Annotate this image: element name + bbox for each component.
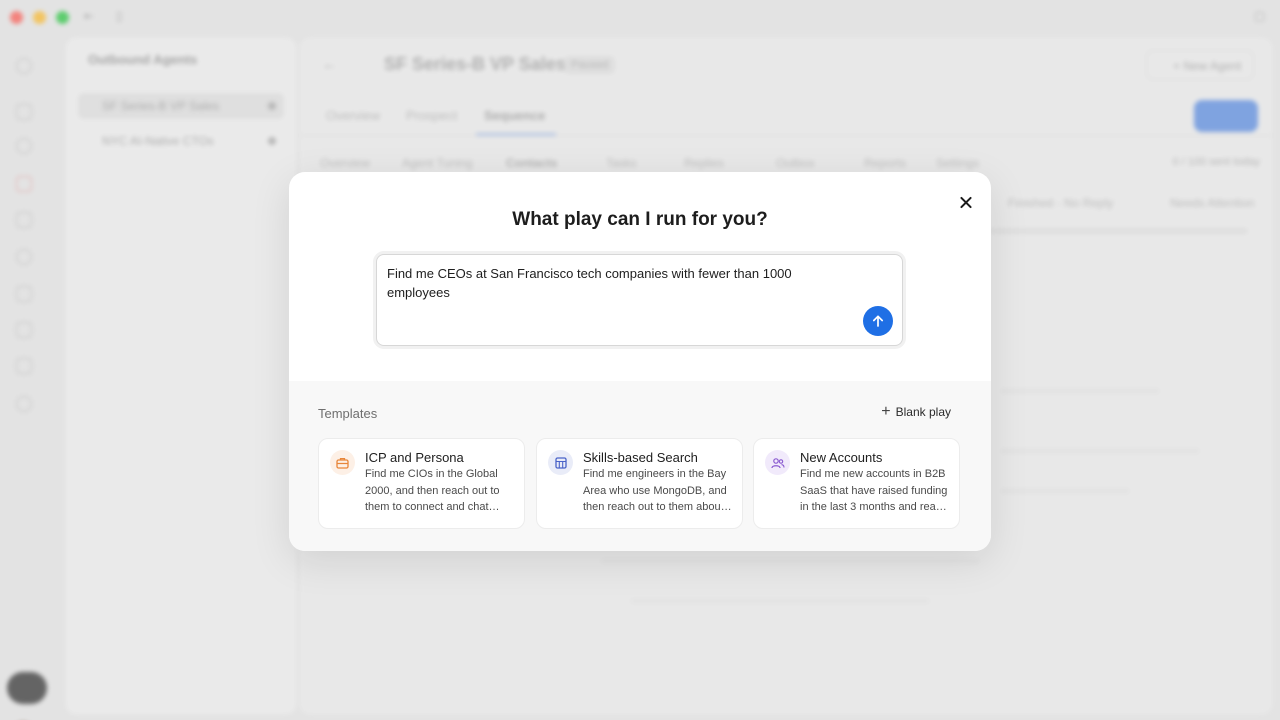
template-description: Find me CIOs in the Global 2000, and the…: [365, 468, 500, 513]
play-dialog: What play can I run for you? Find me CEO…: [289, 172, 991, 551]
arrow-up-icon: [872, 315, 884, 327]
prompt-input[interactable]: Find me CEOs at San Francisco tech compa…: [376, 254, 903, 346]
templates-section: Templates + Blank play ICP and Persona F…: [289, 381, 991, 551]
template-description: Find me new accounts in B2B SaaS that ha…: [800, 468, 948, 513]
template-card-skills-search[interactable]: Skills-based Search Find me engineers in…: [536, 438, 743, 529]
template-card-icp-persona[interactable]: ICP and Persona Find me CIOs in the Glob…: [318, 438, 525, 529]
briefcase-icon: [330, 450, 355, 475]
blank-play-label: Blank play: [895, 405, 951, 419]
template-title: ICP and Persona: [365, 450, 464, 465]
plus-icon: +: [881, 403, 891, 420]
dialog-title: What play can I run for you?: [512, 209, 768, 230]
template-title: Skills-based Search: [583, 450, 698, 465]
table-icon: [548, 450, 573, 475]
template-card-new-accounts[interactable]: New Accounts Find me new accounts in B2B…: [753, 438, 960, 529]
blank-play-button[interactable]: + Blank play: [881, 403, 951, 420]
templates-heading: Templates: [318, 406, 378, 421]
send-button[interactable]: [863, 306, 893, 336]
prompt-input-value[interactable]: Find me CEOs at San Francisco tech compa…: [387, 264, 837, 302]
template-title: New Accounts: [800, 450, 883, 465]
template-description: Find me engineers in the Bay Area who us…: [583, 468, 727, 513]
users-icon: [765, 450, 790, 475]
